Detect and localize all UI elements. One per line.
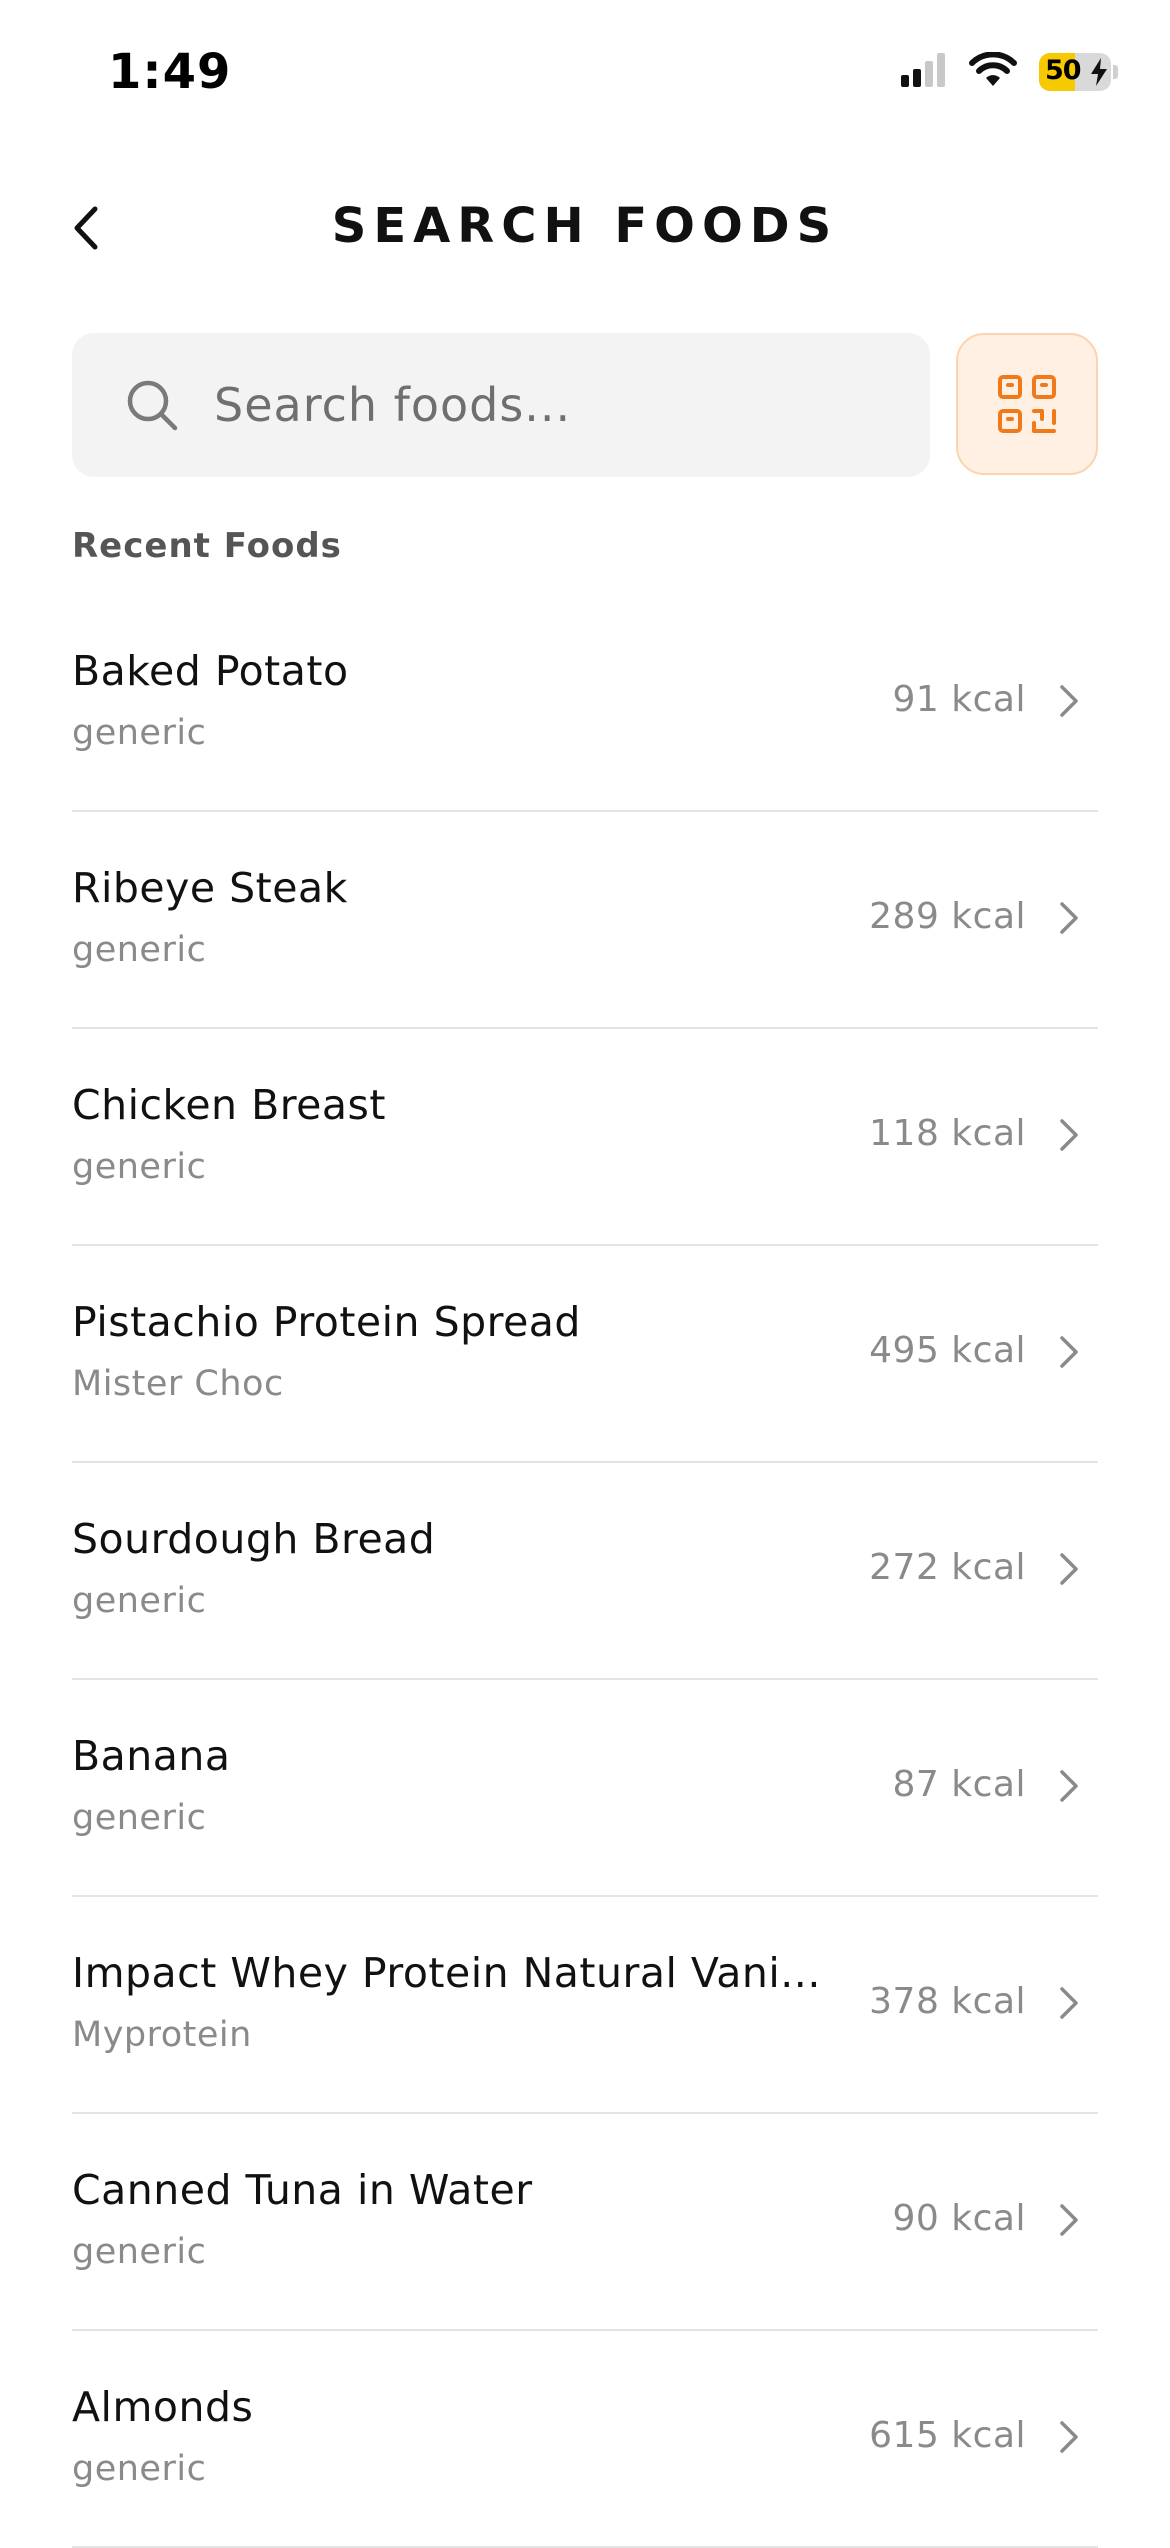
food-list-item[interactable]: Banana generic 87 kcal [72, 1680, 1098, 1897]
recent-foods-title: Recent Foods [72, 526, 342, 566]
food-calories: 272 kcal [869, 1547, 1026, 1588]
search-icon [124, 377, 180, 433]
food-list-item[interactable]: Impact Whey Protein Natural Vani... Mypr… [72, 1897, 1098, 2114]
food-list-item[interactable]: Pistachio Protein Spread Mister Choc 495… [72, 1246, 1098, 1463]
status-time: 1:49 [108, 44, 232, 100]
barcode-scan-button[interactable] [956, 333, 1098, 475]
food-brand: generic [72, 2232, 207, 2272]
search-input[interactable] [212, 354, 930, 456]
food-calories: 91 kcal [892, 679, 1026, 720]
food-list-item[interactable]: Ribeye Steak generic 289 kcal [72, 812, 1098, 1029]
food-name: Pistachio Protein Spread [72, 1298, 581, 1346]
battery-percent: 50 [1045, 55, 1082, 86]
wifi-icon [969, 51, 1017, 92]
food-brand: Myprotein [72, 2015, 252, 2055]
search-row [72, 333, 1098, 477]
food-list-item[interactable]: Almonds generic 615 kcal [72, 2331, 1098, 2548]
food-brand: generic [72, 1798, 207, 1838]
chevron-right-icon [1060, 2204, 1078, 2236]
food-calories: 378 kcal [869, 1981, 1026, 2022]
status-icons: 50 [901, 51, 1118, 92]
food-brand: Mister Choc [72, 1364, 284, 1404]
chevron-right-icon [1060, 1770, 1078, 1802]
chevron-right-icon [1060, 1553, 1078, 1585]
food-name: Almonds [72, 2383, 254, 2431]
status-bar: 1:49 50 [0, 0, 1170, 150]
food-list-item[interactable]: Sourdough Bread generic 272 kcal [72, 1463, 1098, 1680]
food-calories: 615 kcal [869, 2415, 1026, 2456]
food-brand: generic [72, 2449, 207, 2489]
food-calories: 87 kcal [892, 1764, 1026, 1805]
recent-foods-list: Baked Potato generic 91 kcal Ribeye Stea… [72, 595, 1098, 2548]
food-calories: 118 kcal [869, 1113, 1026, 1154]
food-name: Canned Tuna in Water [72, 2166, 533, 2214]
chevron-right-icon [1060, 1987, 1078, 2019]
barcode-scan-icon [998, 375, 1056, 433]
battery-cap [1113, 65, 1118, 79]
chevron-right-icon [1060, 2421, 1078, 2453]
food-name: Chicken Breast [72, 1081, 386, 1129]
food-list-item[interactable]: Baked Potato generic 91 kcal [72, 595, 1098, 812]
chevron-right-icon [1060, 1119, 1078, 1151]
food-name: Baked Potato [72, 647, 349, 695]
food-brand: generic [72, 1147, 207, 1187]
food-list-item[interactable]: Canned Tuna in Water generic 90 kcal [72, 2114, 1098, 2331]
search-box[interactable] [72, 333, 930, 477]
food-brand: generic [72, 713, 207, 753]
food-brand: generic [72, 1581, 207, 1621]
food-name: Ribeye Steak [72, 864, 348, 912]
chevron-right-icon [1060, 902, 1078, 934]
battery-charging-icon: 50 [1039, 53, 1111, 91]
cellular-signal-icon [901, 53, 947, 91]
chevron-right-icon [1060, 685, 1078, 717]
food-list-item[interactable]: Chicken Breast generic 118 kcal [72, 1029, 1098, 1246]
page-title: SEARCH FOODS [331, 198, 839, 254]
food-calories: 495 kcal [869, 1330, 1026, 1371]
food-name: Impact Whey Protein Natural Vani... [72, 1949, 821, 1997]
food-name: Banana [72, 1732, 231, 1780]
food-calories: 289 kcal [869, 896, 1026, 937]
header: SEARCH FOODS [0, 150, 1170, 310]
food-brand: generic [72, 930, 207, 970]
food-calories: 90 kcal [892, 2198, 1026, 2239]
charging-bolt-icon [1091, 58, 1107, 86]
food-name: Sourdough Bread [72, 1515, 436, 1563]
chevron-right-icon [1060, 1336, 1078, 1368]
